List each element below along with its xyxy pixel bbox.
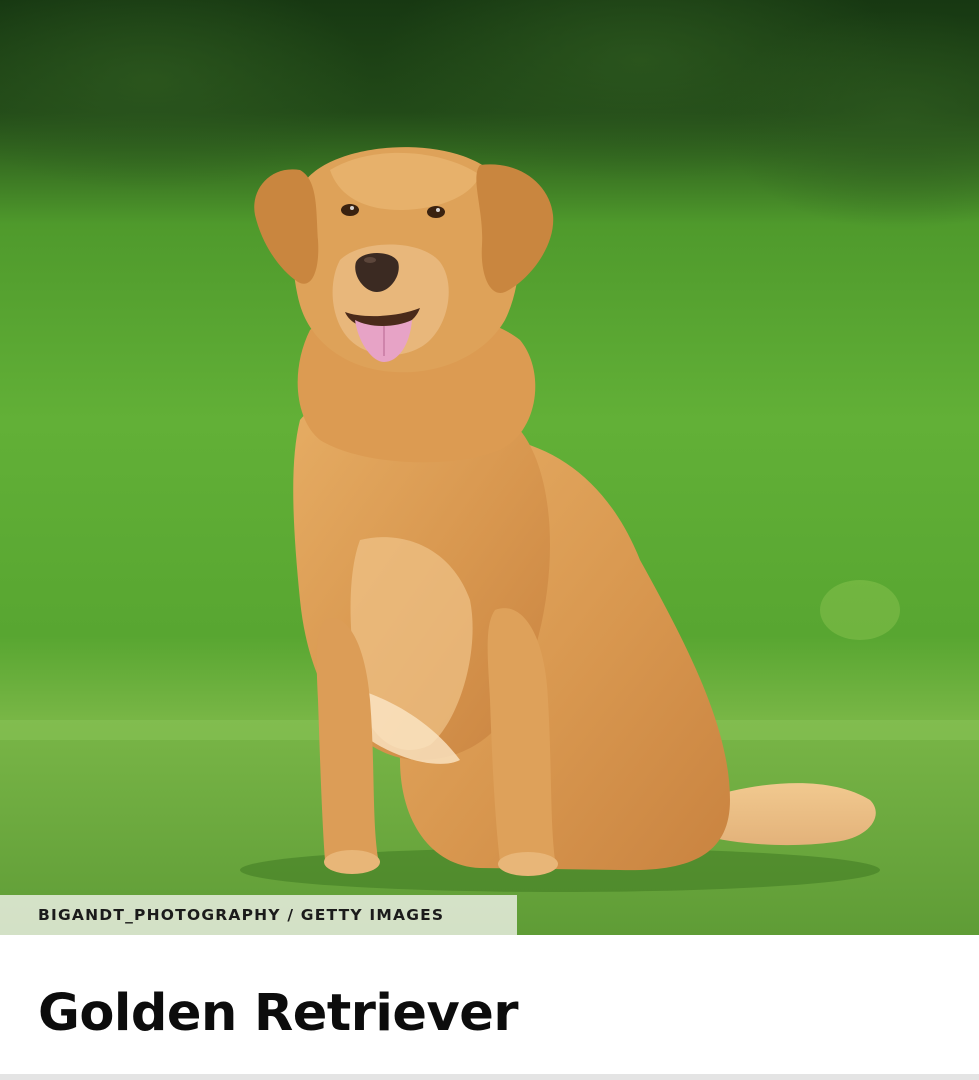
golden-retriever-image (0, 0, 979, 935)
bottom-divider (0, 1074, 979, 1080)
article-title: Golden Retriever (38, 984, 519, 1043)
photo-credit-text: BIGANDT_PHOTOGRAPHY / GETTY IMAGES (38, 906, 445, 924)
photo-credit: BIGANDT_PHOTOGRAPHY / GETTY IMAGES (0, 895, 517, 935)
dog-photo (0, 0, 979, 935)
